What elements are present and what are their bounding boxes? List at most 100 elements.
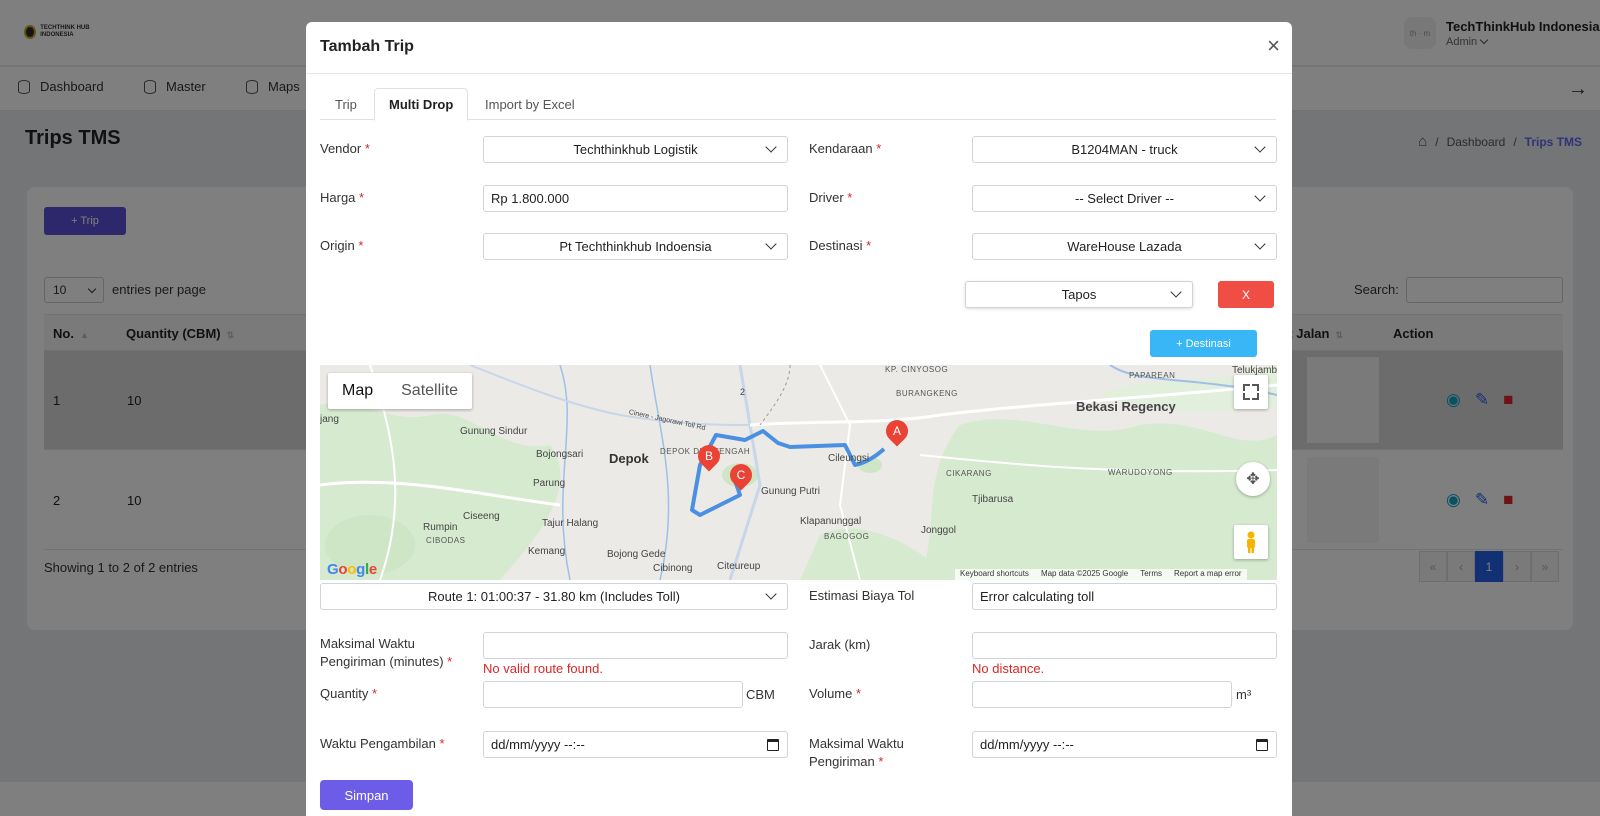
modal-header: Tambah Trip × xyxy=(306,22,1292,74)
max-time-input[interactable] xyxy=(483,632,788,659)
map-label: Depok xyxy=(609,451,649,466)
quantity-input[interactable] xyxy=(483,681,743,708)
route-value: Route 1: 01:00:37 - 31.80 km (Includes T… xyxy=(428,589,680,604)
fullscreen-icon[interactable] xyxy=(1234,375,1268,409)
volume-label: Volume * xyxy=(809,685,861,703)
report-error-link[interactable]: Report a map error xyxy=(1174,569,1242,580)
pickup-label: Waktu Pengambilan * xyxy=(320,735,445,753)
map-label: Cileungsi xyxy=(828,453,870,464)
google-logo[interactable]: Google xyxy=(327,561,377,578)
map-label: Citeureup xyxy=(717,561,761,572)
marker-b-icon[interactable]: B xyxy=(693,440,725,472)
origin-label-text: Origin xyxy=(320,238,355,253)
keyboard-shortcuts-link[interactable]: Keyboard shortcuts xyxy=(960,569,1029,580)
driver-label: Driver * xyxy=(809,189,852,207)
marker-a-label: A xyxy=(892,424,901,438)
calendar-icon[interactable] xyxy=(767,739,779,751)
route-error: No valid route found. xyxy=(483,661,603,676)
max-time-label-line2: Pengiriman (minutes) xyxy=(320,654,444,669)
quantity-label: Quantity * xyxy=(320,685,377,703)
tab-trip[interactable]: Trip xyxy=(320,88,372,121)
chevron-down-icon xyxy=(765,588,777,600)
volume-unit: m³ xyxy=(1236,687,1252,702)
map-type-satellite-button[interactable]: Satellite xyxy=(387,373,472,409)
origin-value: Pt Techthinkhub Indoensia xyxy=(559,239,712,254)
destinasi-label-text: Destinasi xyxy=(809,238,863,253)
chevron-down-icon xyxy=(765,141,777,153)
max-time-label: Maksimal Waktu Pengiriman (minutes) * xyxy=(320,635,452,671)
extra-destination-select[interactable]: Tapos xyxy=(965,281,1193,308)
quantity-unit: CBM xyxy=(746,687,775,702)
required-mark: * xyxy=(358,238,364,253)
required-mark: * xyxy=(359,190,365,205)
jarak-input[interactable] xyxy=(972,632,1277,659)
kendaraan-select[interactable]: B1204MAN - truck xyxy=(972,136,1277,163)
tab-import-excel[interactable]: Import by Excel xyxy=(470,88,590,121)
remove-destination-button[interactable]: X xyxy=(1218,281,1274,308)
map-label: Bekasi Regency xyxy=(1076,399,1176,414)
map-label: Gunung Putri xyxy=(761,486,820,497)
harga-input[interactable]: Rp 1.800.000 xyxy=(483,185,788,212)
calendar-icon[interactable] xyxy=(1256,739,1268,751)
distance-error: No distance. xyxy=(972,661,1045,676)
kendaraan-label: Kendaraan * xyxy=(809,140,881,158)
origin-select[interactable]: Pt Techthinkhub Indoensia xyxy=(483,233,788,260)
map-attribution: Keyboard shortcuts Map data ©2025 Google… xyxy=(955,569,1247,580)
quantity-label-text: Quantity xyxy=(320,686,369,701)
map-type-map-button[interactable]: Map xyxy=(328,373,387,409)
map-label: BURANGKENG xyxy=(896,389,958,398)
harga-label-text: Harga xyxy=(320,190,356,205)
save-button[interactable]: Simpan xyxy=(320,780,413,810)
map-data-text: Map data ©2025 Google xyxy=(1040,569,1129,578)
map-pan-icon[interactable]: ✥ xyxy=(1236,462,1270,496)
pickup-label-text: Waktu Pengambilan xyxy=(320,736,436,751)
chevron-down-icon xyxy=(1254,141,1266,153)
deliver-datetime-input[interactable]: dd/mm/yyyy --:-- xyxy=(972,731,1277,758)
tab-multi-drop[interactable]: Multi Drop xyxy=(374,88,469,121)
deliver-label-line2: Pengiriman xyxy=(809,754,875,769)
terms-link[interactable]: Terms xyxy=(1140,569,1162,580)
map-label: Kemang xyxy=(528,546,566,557)
vendor-select[interactable]: Techthinkhub Logistik xyxy=(483,136,788,163)
map-label: jang xyxy=(320,414,339,425)
harga-label: Harga * xyxy=(320,189,364,207)
extra-destination-value: Tapos xyxy=(1061,287,1097,302)
map-label: CIBODAS xyxy=(426,536,466,545)
map-label: PAPAREAN xyxy=(1129,371,1176,380)
map-label: Telukjamb xyxy=(1232,365,1277,376)
required-mark: * xyxy=(847,190,853,205)
route-map[interactable]: Map Satellite ✥ KP. CINYOSOG PAPAREAN Te… xyxy=(320,365,1277,580)
deliver-label: Maksimal Waktu Pengiriman * xyxy=(809,735,904,771)
chevron-down-icon xyxy=(1254,238,1266,250)
chevron-down-icon xyxy=(765,238,777,250)
required-mark: * xyxy=(364,141,370,156)
required-mark: * xyxy=(439,736,445,751)
kendaraan-value: B1204MAN - truck xyxy=(1071,142,1178,157)
driver-value: -- Select Driver -- xyxy=(1075,191,1174,206)
required-mark: * xyxy=(856,686,862,701)
pickup-datetime-input[interactable]: dd/mm/yyyy --:-- xyxy=(483,731,788,758)
close-icon[interactable]: × xyxy=(1267,35,1280,57)
driver-select[interactable]: -- Select Driver -- xyxy=(972,185,1277,212)
map-label: CIKARANG xyxy=(946,469,992,478)
pegman-icon[interactable] xyxy=(1234,525,1268,559)
toll-input[interactable]: Error calculating toll xyxy=(972,583,1277,610)
map-label: Gunung Sindur xyxy=(460,426,528,437)
marker-c-icon[interactable]: C xyxy=(725,459,757,491)
origin-label: Origin * xyxy=(320,237,363,255)
marker-a-icon[interactable]: A xyxy=(881,415,913,447)
add-destination-button[interactable]: + Destinasi xyxy=(1150,330,1257,357)
required-mark: * xyxy=(878,754,884,769)
volume-label-text: Volume xyxy=(809,686,853,701)
map-label: Parung xyxy=(533,478,566,489)
route-select[interactable]: Route 1: 01:00:37 - 31.80 km (Includes T… xyxy=(320,583,788,610)
kendaraan-label-text: Kendaraan xyxy=(809,141,873,156)
max-time-label-line1: Maksimal Waktu xyxy=(320,636,415,651)
destinasi-value: WareHouse Lazada xyxy=(1067,239,1182,254)
required-mark: * xyxy=(372,686,378,701)
vendor-label: Vendor * xyxy=(320,140,370,158)
destinasi-select[interactable]: WareHouse Lazada xyxy=(972,233,1277,260)
volume-input[interactable] xyxy=(972,681,1232,708)
modal-tabs: Trip Multi Drop Import by Excel xyxy=(320,88,1276,121)
toll-label: Estimasi Biaya Tol xyxy=(809,588,915,603)
